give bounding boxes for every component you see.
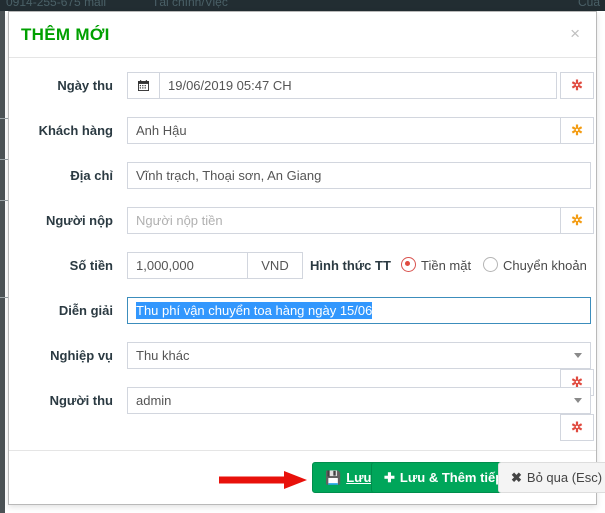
currency-unit-label: VND — [248, 252, 303, 279]
x-mark-icon: ✖ — [511, 470, 522, 485]
label-dia-chi: Địa chỉ — [70, 168, 113, 183]
ngay-thu-input[interactable] — [159, 72, 557, 99]
field-nguoi-nop — [127, 207, 591, 234]
label-nguoi-nop: Người nộp — [45, 213, 113, 228]
field-dien-giai: Thu phí vận chuyển toa hàng ngày 15/06 — [127, 297, 591, 324]
save-button-label: Lưu — [346, 470, 372, 485]
field-so-tien: VND — [127, 252, 303, 279]
topbar-menu-text: Tài chính/Việc — [152, 0, 228, 9]
modal-body: Ngày thu ✲ — [9, 58, 596, 451]
form-row-khach-hang: Khách hàng ✲ — [9, 117, 596, 144]
label-hinh-thuc-tt: Hình thức TT — [310, 258, 391, 273]
form-row-dia-chi: Địa chỉ — [9, 162, 596, 189]
dien-giai-input[interactable]: Thu phí vận chuyển toa hàng ngày 15/06 — [127, 297, 591, 324]
form-row-nghiep-vu: Nghiệp vụ ✲ — [9, 342, 596, 396]
cancel-button-label: Bỏ qua (Esc) — [526, 470, 603, 485]
required-marker-nguoi-thu[interactable]: ✲ — [560, 414, 594, 441]
radio-tien-mat[interactable]: Tiền mặt — [401, 252, 471, 279]
add-new-modal: THÊM MỚI × Ngày thu 19/06/2019 05:47 CH … — [8, 11, 605, 505]
modal-footer: 💾 Lưu ✚ Lưu & Thêm tiếp ✖ Bỏ qua (Esc) — [9, 450, 605, 504]
radio-dot-selected-icon — [401, 257, 416, 272]
form-row-nguoi-thu: Người thu ✲ — [9, 387, 596, 441]
form-row-dien-giai: Diễn giải Thu phí vận chuyển toa hàng ng… — [9, 297, 596, 324]
form-row-ngay-thu: Ngày thu ✲ — [9, 72, 596, 99]
app-top-bar: 0914-255-675 mail Tài chính/Việc Của — [0, 0, 605, 11]
field-dia-chi — [127, 162, 591, 189]
modal-title: THÊM MỚI — [21, 25, 110, 44]
radio-dot-icon — [483, 257, 498, 272]
label-nghiep-vu: Nghiệp vụ — [50, 348, 113, 363]
cancel-button[interactable]: ✖ Bỏ qua (Esc) — [498, 462, 605, 493]
topbar-right-text: Của — [578, 0, 601, 9]
label-nguoi-thu: Người thu — [49, 393, 113, 408]
plus-icon: ✚ — [384, 470, 395, 485]
required-marker-ngay-thu[interactable]: ✲ — [560, 72, 594, 99]
dia-chi-input[interactable] — [127, 162, 591, 189]
required-marker-khach-hang[interactable]: ✲ — [560, 117, 594, 144]
save-floppy-icon: 💾 — [325, 470, 342, 485]
dien-giai-selected-text: Thu phí vận chuyển toa hàng ngày 15/06 — [136, 302, 373, 319]
radio-chuyen-khoan-label: Chuyển khoản — [503, 258, 587, 273]
field-ngay-thu — [127, 72, 557, 99]
topbar-phone-text: 0914-255-675 mail — [6, 0, 107, 9]
save-and-add-button[interactable]: ✚ Lưu & Thêm tiếp — [371, 462, 517, 493]
field-nghiep-vu — [127, 342, 591, 369]
field-nguoi-thu — [127, 387, 591, 414]
label-so-tien: Số tiền — [69, 258, 113, 273]
close-icon[interactable]: × — [566, 22, 584, 45]
nguoi-nop-input[interactable] — [127, 207, 591, 234]
field-khach-hang — [127, 117, 591, 144]
form-row-so-tien: Số tiền VND Hình thức TT Tiền mặt Chuyển… — [9, 252, 596, 279]
so-tien-input[interactable] — [127, 252, 248, 279]
label-dien-giai: Diễn giải — [58, 303, 113, 318]
radio-tien-mat-label: Tiền mặt — [421, 258, 472, 273]
save-and-add-button-label: Lưu & Thêm tiếp — [399, 470, 504, 485]
khach-hang-input[interactable] — [127, 117, 591, 144]
nghiep-vu-select[interactable] — [127, 342, 591, 369]
calendar-icon[interactable] — [127, 72, 159, 99]
radio-chuyen-khoan[interactable]: Chuyển khoản — [483, 252, 587, 279]
label-khach-hang: Khách hàng — [38, 123, 113, 138]
form-row-nguoi-nop: Người nộp ✲ — [9, 207, 596, 234]
modal-header: THÊM MỚI × — [9, 12, 596, 58]
nguoi-thu-select[interactable] — [127, 387, 591, 414]
required-marker-nguoi-nop[interactable]: ✲ — [560, 207, 594, 234]
label-ngay-thu: Ngày thu — [57, 78, 113, 93]
